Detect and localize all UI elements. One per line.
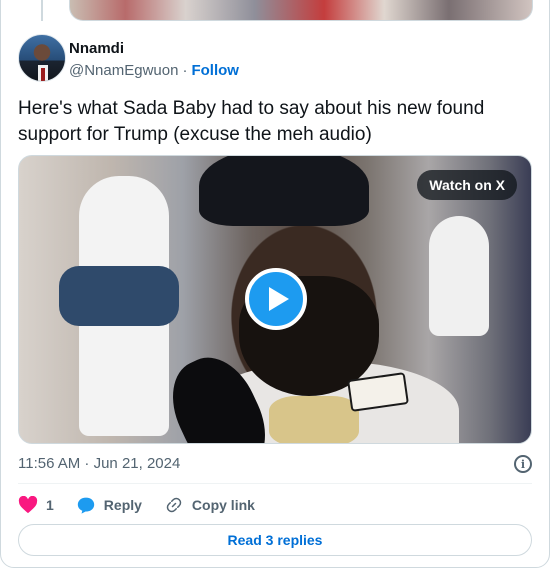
subject-chain (269, 396, 359, 443)
play-icon (268, 287, 289, 311)
timestamp[interactable]: 11:56 AM · Jun 21, 2024 (18, 455, 180, 472)
follow-button[interactable]: Follow (191, 62, 239, 79)
author-handle[interactable]: @NnamEgwuon (69, 62, 178, 79)
copy-link-button[interactable]: Copy link (164, 496, 255, 514)
action-bar: 1 Reply Copy link (18, 494, 277, 516)
subject-cap (199, 156, 369, 226)
read-replies-button[interactable]: Read 3 replies (18, 524, 532, 556)
author-name[interactable]: Nnamdi (69, 40, 124, 57)
author-handle-row: @NnamEgwuon · Follow (69, 62, 239, 79)
like-count: 1 (46, 497, 54, 513)
avatar[interactable] (18, 34, 66, 82)
reply-button[interactable]: Reply (76, 496, 142, 514)
background-person-legs (59, 266, 179, 326)
separator-dot: · (182, 62, 188, 79)
play-button[interactable] (245, 268, 307, 330)
reply-icon (77, 497, 94, 514)
video-thumbnail[interactable]: Watch on X (18, 155, 532, 444)
heart-icon (18, 496, 38, 514)
avatar-tie (41, 68, 45, 81)
thread-line (41, 0, 43, 21)
divider (18, 483, 532, 484)
watch-on-x-button[interactable]: Watch on X (417, 170, 517, 200)
previous-tweet-media[interactable] (69, 0, 533, 21)
link-icon (166, 497, 182, 513)
tweet-meta: 11:56 AM · Jun 21, 2024 i (18, 455, 532, 475)
info-icon[interactable]: i (514, 455, 532, 473)
background-person-right (429, 216, 489, 336)
copy-link-label: Copy link (191, 497, 255, 513)
reply-label: Reply (103, 497, 142, 513)
tweet-text: Here's what Sada Baby had to say about h… (18, 98, 485, 145)
like-button[interactable]: 1 (18, 496, 54, 514)
